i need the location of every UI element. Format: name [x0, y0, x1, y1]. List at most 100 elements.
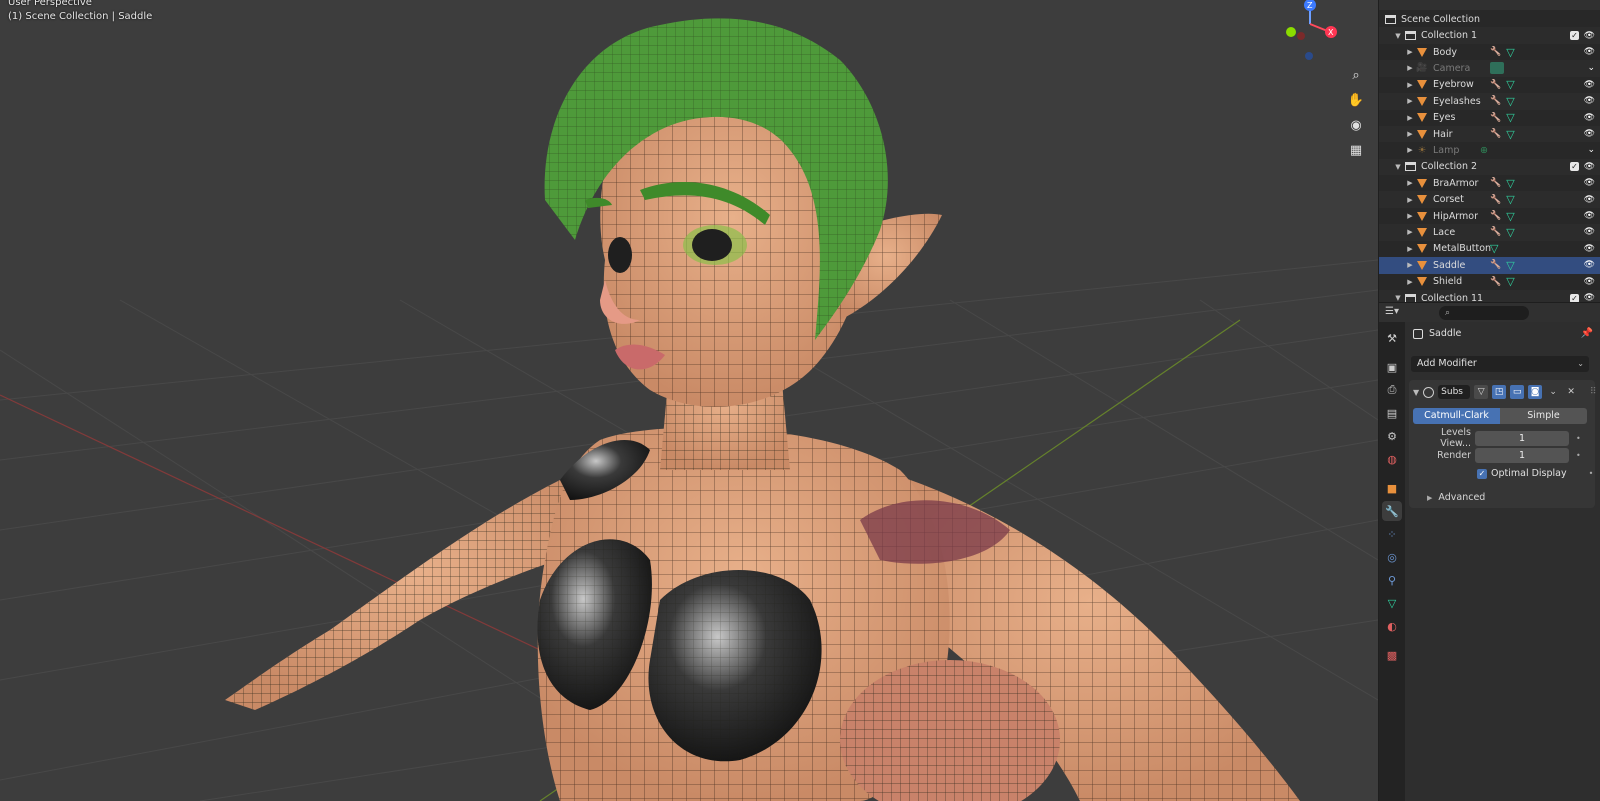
drag-handle-icon[interactable]: ⠿ [1586, 385, 1600, 399]
keyframe-dot-icon[interactable]: • [1589, 469, 1594, 478]
realtime-display-icon[interactable]: ▭ [1510, 385, 1525, 399]
zoom-icon[interactable]: ⌕ [1345, 64, 1367, 86]
expand-arrow-icon[interactable]: ▶ [1405, 196, 1415, 204]
eye-icon[interactable]: 👁 [1584, 129, 1595, 139]
mesh-data-icon[interactable]: ▽ [1506, 95, 1514, 108]
mesh-data-icon[interactable]: ▽ [1506, 193, 1514, 206]
outliner-row[interactable]: ▶ Lace 🔧 ▽ 👁 [1379, 224, 1600, 241]
viewport-scene[interactable] [0, 0, 1378, 801]
outliner-row[interactable]: ▶ Eyebrow 🔧 ▽ 👁 [1379, 77, 1600, 94]
expand-arrow-icon[interactable]: ▶ [1405, 97, 1415, 105]
eye-icon[interactable]: 👁 [1584, 227, 1595, 237]
expand-arrow-icon[interactable]: ▼ [1393, 294, 1403, 302]
outliner-row[interactable]: ▶ ☀ Lamp ⊕ ⌄ [1379, 142, 1600, 159]
mesh-data-icon[interactable]: ▽ [1506, 46, 1514, 59]
outliner-row[interactable]: ▶ MetalButton ▽ 👁 [1379, 241, 1600, 258]
outliner-row[interactable]: ▶ BraArmor 🔧 ▽ 👁 [1379, 175, 1600, 192]
outliner-row[interactable]: Scene Collection [1379, 11, 1600, 28]
expand-arrow-icon[interactable]: ▼ [1393, 163, 1403, 171]
outliner-row[interactable]: ▶ Shield 🔧 ▽ 👁 [1379, 273, 1600, 290]
expand-arrow-icon[interactable]: ▶ [1405, 64, 1415, 72]
camera-data-icon[interactable] [1490, 62, 1504, 75]
collapse-arrow-icon[interactable]: ▼ [1413, 388, 1419, 397]
properties-search-input[interactable]: ⌕ [1439, 306, 1529, 320]
editmode-icon[interactable]: ◳ [1492, 385, 1507, 399]
outliner[interactable]: Scene Collection ▼ Collection 1 ✓ 👁 ▶ Body 🔧 ▽ 👁 ▶… [1379, 0, 1600, 302]
wrench-icon[interactable]: 🔧 [1490, 195, 1501, 205]
wrench-icon[interactable]: 🔧 [1490, 96, 1501, 106]
wrench-icon[interactable]: 🔧 [1490, 129, 1501, 139]
outliner-row[interactable]: ▶ 🎥 Camera ⌄ [1379, 60, 1600, 77]
hidden-eye-icon[interactable]: ⌄ [1587, 63, 1595, 73]
view-layer-tab-icon[interactable]: ▤ [1382, 403, 1402, 423]
outliner-row[interactable]: ▼ Collection 1 ✓ 👁 [1379, 27, 1600, 44]
outliner-row[interactable]: ▶ Corset 🔧 ▽ 👁 [1379, 191, 1600, 208]
outliner-row[interactable]: ▶ Hair 🔧 ▽ 👁 [1379, 125, 1600, 143]
optimal-display-checkbox[interactable]: ✓ [1477, 468, 1487, 479]
keyframe-dot-icon[interactable]: • [1576, 434, 1581, 443]
data-tab-icon[interactable]: ▽ [1382, 593, 1402, 613]
axis-gizmo[interactable]: Z X [1280, 0, 1340, 60]
wrench-icon[interactable]: 🔧 [1490, 211, 1501, 221]
world-tab-icon[interactable]: ◍ [1382, 449, 1402, 469]
expand-arrow-icon[interactable]: ▶ [1405, 81, 1415, 89]
exclude-checkbox[interactable]: ✓ [1570, 162, 1579, 172]
eye-icon[interactable]: 👁 [1584, 113, 1595, 123]
eye-icon[interactable]: 👁 [1584, 244, 1595, 254]
outliner-row[interactable]: ▶ Eyes 🔧 ▽ 👁 [1379, 109, 1600, 126]
scene-tab-icon[interactable]: ⚙ [1382, 426, 1402, 446]
modifier-name-field[interactable]: Subs [1438, 385, 1471, 399]
particles-tab-icon[interactable]: ⁘ [1382, 524, 1402, 544]
levels-viewport-field[interactable]: 1 [1475, 430, 1569, 446]
camera-view-icon[interactable]: ◉ [1345, 114, 1367, 136]
constraints-tab-icon[interactable]: ⚲ [1382, 570, 1402, 590]
editor-type-icon[interactable]: ☰▾ [1385, 306, 1409, 320]
modifier-menu-chevron-icon[interactable]: ⌄ [1546, 385, 1560, 399]
simple-option[interactable]: Simple [1500, 408, 1587, 424]
expand-arrow-icon[interactable]: ▶ [1405, 114, 1415, 122]
expand-arrow-icon[interactable]: ▼ [1393, 32, 1403, 40]
expand-arrow-icon[interactable]: ▶ [1405, 146, 1415, 154]
exclude-checkbox[interactable]: ✓ [1570, 31, 1579, 41]
expand-arrow-icon[interactable]: ▶ [1405, 179, 1415, 187]
eye-icon[interactable]: 👁 [1584, 31, 1595, 41]
wrench-icon[interactable]: 🔧 [1490, 178, 1501, 188]
eye-icon[interactable]: 👁 [1584, 178, 1595, 188]
eye-icon[interactable]: 👁 [1584, 211, 1595, 221]
close-icon[interactable]: ✕ [1564, 385, 1578, 399]
expand-arrow-icon[interactable]: ▶ [1405, 48, 1415, 56]
outliner-row[interactable]: ▶ HipArmor 🔧 ▽ 👁 [1379, 208, 1600, 225]
add-modifier-dropdown[interactable]: Add Modifier ⌄ [1411, 356, 1589, 372]
material-tab-icon[interactable]: ◐ [1382, 616, 1402, 636]
tool-tab-icon[interactable]: ⚒ [1382, 328, 1402, 348]
optimal-display-row[interactable]: ✓ Optimal Display • [1477, 468, 1593, 479]
wrench-icon[interactable]: 🔧 [1490, 260, 1501, 270]
expand-arrow-icon[interactable]: ▶ [1405, 228, 1415, 236]
output-tab-icon[interactable]: ⎙ [1382, 380, 1402, 400]
mesh-data-icon[interactable]: ▽ [1506, 210, 1514, 223]
mesh-data-icon[interactable]: ▽ [1490, 242, 1498, 255]
render-tab-icon[interactable]: ▣ [1382, 357, 1402, 377]
eye-icon[interactable]: 👁 [1584, 162, 1595, 172]
outliner-row[interactable]: ▶ Body 🔧 ▽ 👁 [1379, 44, 1600, 61]
grid-ortho-icon[interactable]: ▦ [1345, 139, 1367, 161]
expand-arrow-icon[interactable]: ▶ [1405, 212, 1415, 220]
expand-arrow-icon[interactable]: ▶ [1405, 278, 1415, 286]
hidden-eye-icon[interactable]: ⌄ [1587, 145, 1595, 155]
mesh-data-icon[interactable]: ▽ [1506, 259, 1514, 272]
edit-cage-icon[interactable]: ▽ [1474, 385, 1489, 399]
render-levels-field[interactable]: 1 [1475, 447, 1569, 463]
object-tab-icon[interactable]: ■ [1382, 478, 1402, 498]
mesh-data-icon[interactable]: ▽ [1506, 128, 1514, 141]
wrench-icon[interactable]: 🔧 [1490, 227, 1501, 237]
eye-icon[interactable]: 👁 [1584, 293, 1595, 302]
wrench-icon[interactable]: 🔧 [1490, 47, 1501, 57]
3d-viewport[interactable]: User Perspective (1) Scene Collection | … [0, 0, 1378, 801]
eye-icon[interactable]: 👁 [1584, 47, 1595, 57]
expand-arrow-icon[interactable]: ▶ [1405, 130, 1415, 138]
exclude-checkbox[interactable]: ✓ [1570, 293, 1579, 302]
texture-tab-icon[interactable]: ▩ [1382, 645, 1402, 665]
advanced-subpanel[interactable]: ▶ Advanced [1427, 492, 1485, 503]
eye-icon[interactable]: 👁 [1584, 260, 1595, 270]
mesh-data-icon[interactable]: ▽ [1506, 111, 1514, 124]
